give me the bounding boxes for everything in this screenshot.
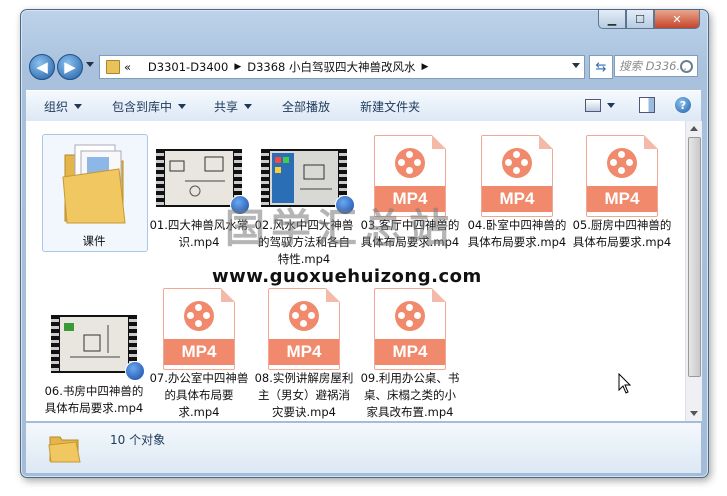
vertical-scrollbar[interactable]	[685, 121, 702, 421]
help-icon[interactable]: ?	[675, 97, 691, 113]
chevron-down-icon	[244, 103, 253, 109]
film-strip	[51, 315, 59, 373]
mp4-file-icon: MP4	[586, 135, 658, 217]
page-corner	[432, 135, 446, 149]
include-in-library-menu[interactable]: 包含到库中	[112, 98, 187, 115]
scrollbar-thumb[interactable]	[688, 137, 701, 377]
search-placeholder: 搜索 D336...	[619, 59, 688, 73]
mp4-label: MP4	[587, 186, 657, 212]
forward-arrow-icon: ▶	[64, 58, 76, 76]
organize-label: 组织	[44, 99, 69, 114]
file-name: 07.办公室中四神兽的具体布局要求.mp4	[149, 371, 249, 419]
folder-icon	[48, 436, 81, 463]
film-strip	[156, 149, 164, 207]
chevron-down-icon	[178, 103, 187, 109]
mp4-label: MP4	[269, 339, 339, 365]
folder-icon	[59, 137, 129, 225]
play-all-label: 全部播放	[282, 99, 331, 114]
close-button[interactable]: ✕	[654, 10, 700, 29]
chevron-down-icon	[74, 103, 83, 109]
mp4-file-icon: MP4	[268, 288, 340, 370]
share-menu[interactable]: 共享	[214, 98, 253, 115]
film-reel-icon	[395, 148, 425, 178]
film-reel-icon	[607, 148, 637, 178]
search-icon	[680, 60, 693, 73]
file-name: 课件	[82, 234, 106, 248]
mp4-label: MP4	[482, 186, 552, 212]
scroll-up-icon[interactable]	[690, 126, 698, 131]
page-corner	[432, 288, 446, 302]
window-controls: ▁ ☐ ✕	[598, 10, 700, 29]
folder-icon	[106, 60, 120, 74]
view-controls: ?	[585, 97, 691, 113]
share-label: 共享	[214, 99, 239, 114]
file-item-mp4[interactable]: MP4 07.办公室中四神兽的具体布局要求.mp4	[149, 288, 249, 421]
forward-button[interactable]: ▶	[57, 54, 83, 80]
file-name: 06.书房中四神兽的具体布局要求.mp4	[44, 384, 144, 415]
mp4-label: MP4	[164, 339, 234, 365]
maximize-button[interactable]: ☐	[626, 10, 654, 29]
page-corner	[644, 135, 658, 149]
watermark-text: 国学汇总站	[225, 206, 455, 252]
back-button[interactable]: ◀	[29, 54, 55, 80]
media-player-badge-icon	[125, 361, 145, 381]
address-overflow[interactable]: «	[124, 60, 131, 74]
chevron-right-icon	[139, 62, 142, 72]
file-item-mp4[interactable]: MP4 05.厨房中四神兽的具体布局要求.mp4	[572, 135, 672, 251]
chevron-down-icon[interactable]	[607, 102, 615, 108]
breadcrumb-parent[interactable]: D3301-D3400	[148, 60, 228, 74]
chevron-right-icon[interactable]: ▶	[422, 62, 429, 72]
thumbnail-image	[60, 317, 128, 371]
refresh-icon: ⇆	[595, 59, 607, 75]
film-reel-icon	[289, 301, 319, 331]
command-bar: 组织 包含到库中 共享 全部播放 新建文件夹 ?	[26, 90, 701, 122]
mp4-label: MP4	[375, 339, 445, 365]
search-input[interactable]: 搜索 D336...	[614, 55, 698, 77]
film-reel-icon	[184, 301, 214, 331]
view-icon[interactable]	[585, 98, 601, 112]
video-thumbnail	[51, 315, 145, 381]
file-name: 04.卧室中四神兽的具体布局要求.mp4	[467, 218, 567, 249]
breadcrumb-current[interactable]: D3368 小白驾驭四大神兽改风水	[247, 59, 415, 75]
new-folder-button[interactable]: 新建文件夹	[360, 98, 420, 115]
page-corner	[221, 288, 235, 302]
new-folder-label: 新建文件夹	[360, 99, 421, 114]
address-dropdown[interactable]	[572, 63, 580, 68]
minimize-button[interactable]: ▁	[598, 10, 626, 29]
refresh-button[interactable]: ⇆	[589, 55, 613, 79]
mp4-file-icon: MP4	[374, 288, 446, 370]
recent-pages-dropdown[interactable]	[86, 62, 94, 67]
play-all-button[interactable]: 全部播放	[282, 98, 330, 115]
back-arrow-icon: ◀	[36, 58, 48, 76]
thumbnail-image	[165, 151, 233, 205]
file-item-mp4[interactable]: MP4 08.实例讲解房屋利主（男女）避祸消灾要诀.mp4	[254, 288, 354, 421]
file-name: 09.利用办公桌、书桌、床榻之类的小家具改布置.mp4	[360, 371, 460, 419]
watermark-url: www.guoxuehuizong.com	[212, 266, 482, 287]
mp4-file-icon: MP4	[163, 288, 235, 370]
organize-menu[interactable]: 组织	[44, 98, 83, 115]
preview-pane-icon[interactable]	[639, 97, 655, 113]
film-reel-icon	[395, 301, 425, 331]
item-count: 10 个对象	[110, 433, 166, 447]
details-pane: 10 个对象	[26, 422, 701, 473]
page-corner	[539, 135, 553, 149]
file-item-mp4[interactable]: MP4 04.卧室中四神兽的具体布局要求.mp4	[467, 135, 567, 251]
navigation-bar: ◀ ▶ « D3301-D3400 ▶ D3368 小白驾驭四大神兽改风水 ▶ …	[29, 54, 699, 82]
mp4-file-icon: MP4	[481, 135, 553, 217]
file-item-mp4[interactable]: MP4 09.利用办公桌、书桌、床榻之类的小家具改布置.mp4	[360, 288, 460, 421]
address-bar[interactable]: « D3301-D3400 ▶ D3368 小白驾驭四大神兽改风水 ▶	[99, 55, 585, 79]
include-in-library-label: 包含到库中	[112, 99, 173, 114]
page-corner	[326, 288, 340, 302]
mouse-cursor-icon	[618, 373, 632, 394]
film-reel-icon	[502, 148, 532, 178]
file-name: 08.实例讲解房屋利主（男女）避祸消灾要诀.mp4	[254, 371, 354, 419]
chevron-right-icon[interactable]: ▶	[234, 62, 241, 72]
scroll-down-icon[interactable]	[690, 411, 698, 416]
file-item-folder[interactable]: 课件	[44, 137, 144, 250]
file-name: 05.厨房中四神兽的具体布局要求.mp4	[572, 218, 672, 249]
file-item-video[interactable]: 06.书房中四神兽的具体布局要求.mp4	[44, 301, 145, 417]
